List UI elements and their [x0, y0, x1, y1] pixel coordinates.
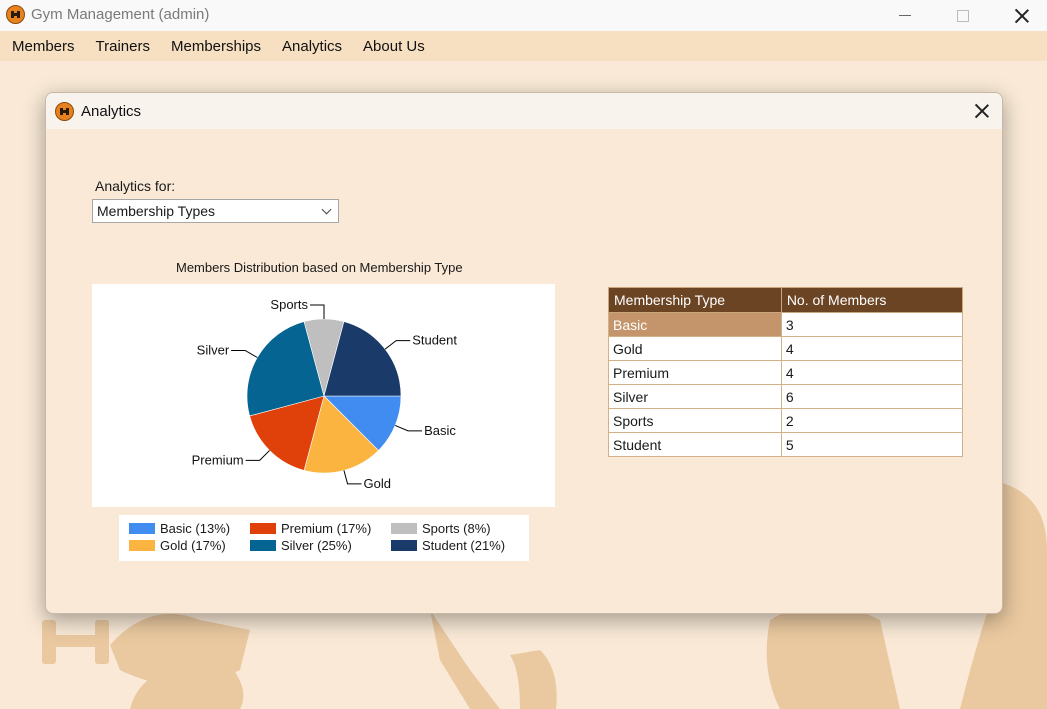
maximize-icon	[957, 9, 969, 22]
dialog-title: Analytics	[81, 103, 142, 120]
pie-label: Silver	[197, 343, 230, 358]
legend-label: Basic (13%)	[160, 521, 231, 536]
cell-membership-type[interactable]: Premium	[608, 360, 782, 385]
legend-item: Sports (8%)	[391, 521, 491, 536]
legend-item: Student (21%)	[391, 538, 505, 553]
table-row[interactable]: Gold 4	[608, 336, 964, 361]
cell-membership-type[interactable]: Sports	[608, 408, 782, 433]
legend-item: Premium (17%)	[250, 521, 371, 536]
chart-title: Members Distribution based on Membership…	[176, 260, 463, 275]
leader-line	[343, 470, 362, 485]
table-row[interactable]: Student 5	[608, 432, 964, 457]
legend-item: Gold (17%)	[129, 538, 226, 553]
analytics-type-select[interactable]: Membership Types	[92, 199, 339, 223]
pie-label: Basic	[424, 423, 456, 438]
leader-line	[384, 340, 411, 350]
app-logo-icon	[6, 5, 25, 24]
legend-swatch	[391, 540, 417, 551]
minimize-button[interactable]	[882, 0, 928, 31]
table-row[interactable]: Silver 6	[608, 384, 964, 409]
leader-line	[231, 350, 258, 358]
menu-about-us[interactable]: About Us	[352, 38, 435, 55]
close-window-button[interactable]	[999, 0, 1045, 31]
pie-label: Sports	[270, 297, 308, 312]
legend-swatch	[250, 523, 276, 534]
pie-chart: Basic Gold Premium Silver Sports Student	[192, 297, 458, 491]
cell-member-count[interactable]: 5	[780, 432, 964, 457]
legend-label: Student (21%)	[422, 538, 506, 553]
analytics-dialog: Analytics Analytics for: Membership Type…	[45, 92, 1003, 614]
legend-swatch	[129, 523, 155, 534]
cell-member-count[interactable]: 6	[780, 384, 964, 409]
cell-membership-type[interactable]: Silver	[608, 384, 782, 409]
legend-swatch	[129, 540, 155, 551]
column-header-membership-type[interactable]: Membership Type	[608, 287, 782, 313]
pie-label: Premium	[192, 452, 244, 467]
cell-member-count[interactable]: 3	[780, 312, 964, 337]
cell-member-count[interactable]: 4	[780, 360, 964, 385]
chart-legend: Basic (13%) Premium (17%) Sports (8%) Gold …	[119, 515, 529, 561]
pie-chart-area: Basic Gold Premium Silver Sports Student	[92, 284, 555, 507]
cell-member-count[interactable]: 2	[780, 408, 964, 433]
legend-label: Sports (8%)	[422, 521, 491, 536]
dialog-logo-icon	[55, 102, 74, 121]
legend-label: Silver (25%)	[281, 538, 352, 553]
minimize-icon	[899, 15, 911, 16]
table-row[interactable]: Basic 3	[608, 312, 964, 337]
legend-swatch	[391, 523, 417, 534]
leader-line	[394, 425, 423, 432]
table-header-row: Membership Type No. of Members	[608, 287, 964, 313]
table-row[interactable]: Premium 4	[608, 360, 964, 385]
cell-membership-type[interactable]: Gold	[608, 336, 782, 361]
leader-line	[245, 450, 270, 461]
dialog-title-bar: Analytics	[46, 93, 1002, 129]
menu-trainers[interactable]: Trainers	[85, 38, 160, 55]
cell-membership-type[interactable]: Student	[608, 432, 782, 457]
table-row[interactable]: Sports 2	[608, 408, 964, 433]
close-icon	[1015, 9, 1029, 23]
legend-item: Basic (13%)	[129, 521, 230, 536]
legend-label: Gold (17%)	[160, 538, 226, 553]
cell-member-count[interactable]: 4	[780, 336, 964, 361]
column-header-members[interactable]: No. of Members	[780, 287, 964, 313]
menu-bar: Members Trainers Memberships Analytics A…	[0, 31, 1047, 61]
cell-membership-type[interactable]: Basic	[608, 312, 782, 337]
legend-label: Premium (17%)	[281, 521, 372, 536]
chevron-down-icon	[321, 204, 332, 215]
analytics-for-label: Analytics for:	[95, 178, 176, 194]
legend-item: Silver (25%)	[250, 538, 352, 553]
window-title: Gym Management (admin)	[31, 6, 210, 23]
pie-label: Student	[412, 333, 457, 348]
select-value: Membership Types	[97, 203, 216, 219]
menu-memberships[interactable]: Memberships	[160, 38, 271, 55]
pie-label: Gold	[364, 476, 391, 491]
leader-line	[310, 304, 325, 319]
menu-analytics[interactable]: Analytics	[271, 38, 352, 55]
legend-swatch	[250, 540, 276, 551]
window-title-bar: Gym Management (admin)	[0, 0, 1047, 31]
maximize-button[interactable]	[940, 0, 986, 31]
close-icon	[975, 104, 989, 118]
menu-members[interactable]: Members	[0, 38, 85, 55]
members-table: Membership Type No. of Members Basic 3 Gol…	[608, 287, 964, 457]
dialog-close-button[interactable]	[970, 100, 994, 122]
